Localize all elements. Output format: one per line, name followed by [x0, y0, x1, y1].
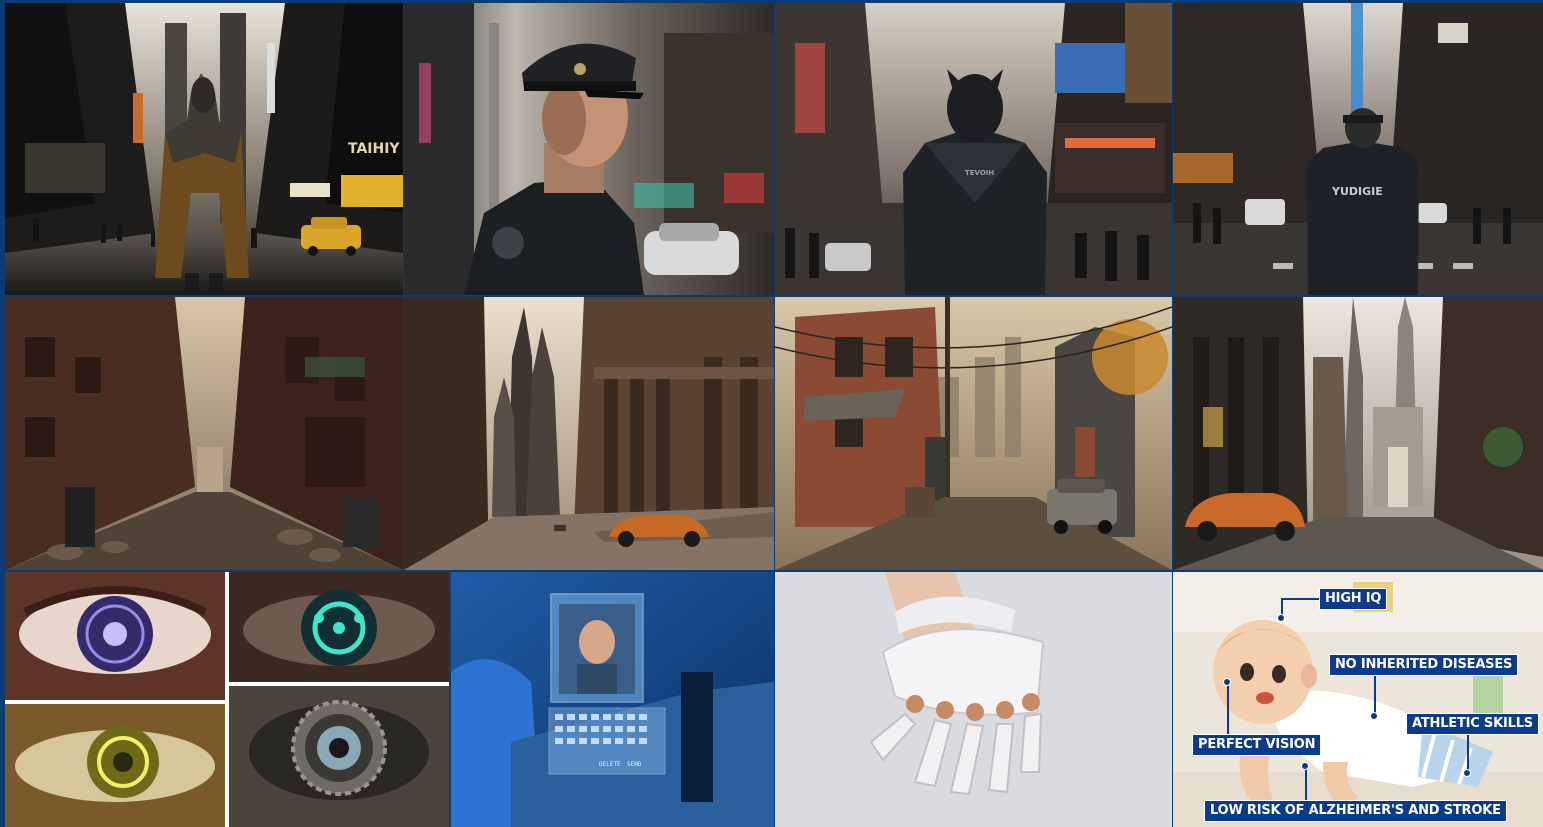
- armor-patch: TEVOIH: [965, 169, 994, 177]
- label-low-risk: LOW RISK OF ALZHEIMER'S AND STROKE: [1204, 800, 1507, 822]
- jacket-patch: YUDIGIE: [1331, 185, 1383, 198]
- image-mosaic: TAIHIY TEVOIH YUDIGIE DELETE SEND HIGH I…: [0, 0, 1543, 827]
- dot-vision: [1223, 678, 1231, 686]
- tile-robotic-hand: [775, 572, 1172, 827]
- dot-athletic: [1463, 769, 1471, 777]
- dot-low-risk: [1301, 762, 1309, 770]
- label-athletic-skills: ATHLETIC SKILLS: [1406, 713, 1539, 735]
- dot-high-iq: [1277, 614, 1285, 622]
- label-perfect-vision: PERFECT VISION: [1192, 734, 1322, 756]
- tile-small-town-street: [775, 297, 1172, 570]
- tile-designer-baby-infographic: HIGH IQ NO INHERITED DISEASES ATHLETIC S…: [1173, 572, 1543, 827]
- tile-gothic-street-car: [1173, 297, 1543, 570]
- leader-athletic: [1467, 733, 1469, 773]
- key-send: SEND: [627, 761, 642, 768]
- key-delete: DELETE: [599, 761, 621, 768]
- tile-classical-building-car: [404, 297, 774, 570]
- tile-bionic-eyes: [5, 572, 449, 827]
- leader-high-iq: [1281, 598, 1321, 600]
- eye-mechanical: [229, 686, 449, 827]
- leader-no-inherited: [1374, 674, 1376, 716]
- label-high-iq: HIGH IQ: [1319, 588, 1388, 610]
- shop-sign: TAIHIY: [348, 141, 400, 157]
- eye-purple: [5, 572, 225, 700]
- tile-wrist-projection: DELETE SEND: [451, 572, 774, 827]
- tile-police-officer: [404, 3, 774, 295]
- leader-low-risk: [1305, 766, 1307, 800]
- label-no-inherited-diseases: NO INHERITED DISEASES: [1329, 654, 1519, 676]
- eye-yellow: [5, 704, 225, 827]
- tile-cloaked-figure: TAIHIY: [5, 3, 403, 295]
- tile-armored-figure: TEVOIH: [775, 3, 1172, 295]
- eye-teal: [229, 572, 449, 682]
- tile-brick-alley: [5, 297, 403, 570]
- leader-vision: [1227, 682, 1229, 738]
- tile-officer-back-view: YUDIGIE: [1173, 3, 1543, 295]
- dot-no-inherited: [1370, 712, 1378, 720]
